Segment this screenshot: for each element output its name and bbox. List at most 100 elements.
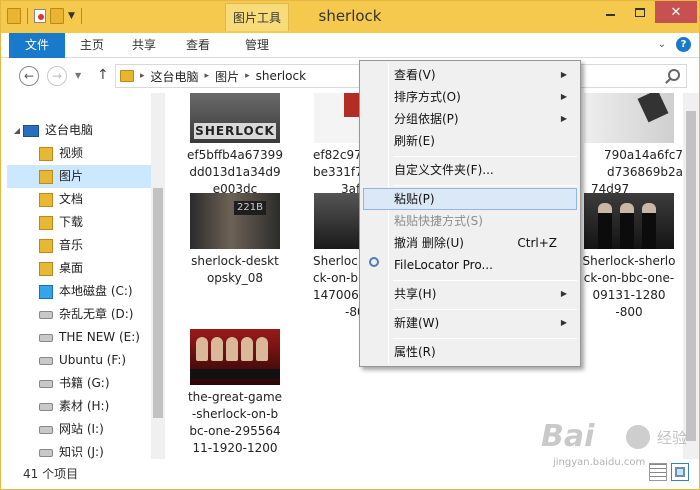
search-input[interactable] xyxy=(567,64,687,88)
navigation-scrollbar[interactable] xyxy=(151,93,165,459)
tab-manage[interactable]: 管理 xyxy=(227,33,287,58)
pictures-folder-icon xyxy=(39,169,53,184)
file-item[interactable]: 790a14a6fc7 d736869b2a 74d97 xyxy=(571,93,687,198)
nav-item-documents[interactable]: 文档 xyxy=(39,188,151,211)
nav-item-label: 书籍 (G:) xyxy=(59,376,110,390)
thumbnail-figure xyxy=(226,337,238,361)
nav-item-label: 视频 xyxy=(59,146,84,160)
scrollbar-thumb[interactable] xyxy=(153,188,163,418)
menu-item-sort-by[interactable]: 排序方式(O) ▶ xyxy=(363,86,577,108)
maximize-button[interactable] xyxy=(625,1,655,23)
menu-item-filelocator[interactable]: FileLocator Pro... xyxy=(363,254,577,276)
context-menu: 查看(V) ▶ 排序方式(O) ▶ 分组依据(P) ▶ 刷新(E) 自定义文件夹… xyxy=(359,60,581,367)
collapse-chevron-icon[interactable]: ◢ xyxy=(11,119,23,142)
breadcrumb-sherlock[interactable]: sherlock xyxy=(256,69,306,83)
nav-item-this-pc[interactable]: ◢ 这台电脑 xyxy=(11,119,161,142)
minimize-button[interactable] xyxy=(595,1,625,23)
picture-tools-context-tab[interactable]: 图片工具 xyxy=(225,3,289,31)
nav-item-drive-f[interactable]: Ubuntu (F:) xyxy=(39,349,151,372)
navigation-pane: ◢ 这台电脑 视频 图片 文档 下载 音乐 桌面 本地磁盘 (C:) 杂乱无章 … xyxy=(1,93,166,459)
content-scrollbar[interactable] xyxy=(683,93,699,459)
nav-item-music[interactable]: 音乐 xyxy=(39,234,151,257)
submenu-arrow-icon: ▶ xyxy=(560,318,567,327)
tab-home[interactable]: 主页 xyxy=(69,33,115,58)
tab-share[interactable]: 共享 xyxy=(119,33,169,58)
back-button[interactable]: ← xyxy=(19,66,39,86)
nav-item-pictures[interactable]: 图片 xyxy=(7,165,151,188)
nav-item-label: THE NEW (E:) xyxy=(59,330,140,344)
file-name: sherlock-deskt opsky_08 xyxy=(177,253,293,287)
thumbnail-figure xyxy=(241,337,253,361)
nav-item-label: 杂乱无章 (D:) xyxy=(59,307,134,321)
details-view-icon[interactable] xyxy=(649,463,667,481)
menu-item-view[interactable]: 查看(V) ▶ xyxy=(363,64,577,86)
folder-icon xyxy=(7,8,21,24)
video-folder-icon xyxy=(39,146,53,161)
menu-item-label: 属性(R) xyxy=(394,345,436,359)
menu-item-properties[interactable]: 属性(R) xyxy=(363,341,577,363)
file-item[interactable]: SHERLOCK ef5bffb4a67399 dd013d1a34d9 e00… xyxy=(177,93,293,198)
menu-item-label: 新建(W) xyxy=(394,316,440,330)
menu-item-customize-folder[interactable]: 自定义文件夹(F)... xyxy=(363,159,577,181)
expand-ribbon-chevron-icon[interactable]: ⌄ xyxy=(658,39,666,50)
chevron-right-icon[interactable]: ▸ xyxy=(205,71,210,81)
menu-item-label: 粘贴(P) xyxy=(394,192,435,206)
nav-item-label: 图片 xyxy=(59,169,84,183)
file-name-line: bc-one-295564 xyxy=(189,424,281,438)
help-icon[interactable]: ? xyxy=(676,37,691,52)
item-count: 41 个项目 xyxy=(23,467,79,481)
thumbnail-figure xyxy=(598,203,612,249)
nav-item-desktop[interactable]: 桌面 xyxy=(39,257,151,280)
file-name-line: sherlock-deskt xyxy=(191,254,279,268)
nav-item-drive-d[interactable]: 杂乱无章 (D:) xyxy=(39,303,151,326)
nav-item-downloads[interactable]: 下载 xyxy=(39,211,151,234)
file-item[interactable]: 221B sherlock-deskt opsky_08 xyxy=(177,193,293,287)
nav-item-drive-e[interactable]: THE NEW (E:) xyxy=(39,326,151,349)
quick-access-toolbar: ▼ xyxy=(7,8,84,24)
tab-file[interactable]: 文件 xyxy=(9,33,65,58)
maximize-icon xyxy=(635,7,645,17)
nav-item-drive-h[interactable]: 素材 (H:) xyxy=(39,395,151,418)
breadcrumb-pictures[interactable]: 图片 xyxy=(215,68,239,85)
file-name-line: opsky_08 xyxy=(206,271,264,285)
close-button[interactable]: ✕ xyxy=(655,1,697,23)
properties-icon[interactable] xyxy=(34,9,46,23)
nav-item-drive-i[interactable]: 网站 (I:) xyxy=(39,418,151,441)
customize-toolbar-chevron-icon[interactable]: ▼ xyxy=(68,11,75,21)
menu-item-share[interactable]: 共享(H) ▶ xyxy=(363,283,577,305)
forward-button[interactable]: → xyxy=(47,66,67,86)
large-icons-view-icon[interactable] xyxy=(671,463,689,481)
nav-item-videos[interactable]: 视频 xyxy=(39,142,151,165)
nav-item-drive-c[interactable]: 本地磁盘 (C:) xyxy=(39,280,151,303)
submenu-arrow-icon: ▶ xyxy=(560,70,567,79)
ribbon-tabs: 文件 主页 共享 查看 管理 ⌄ ? xyxy=(1,33,699,58)
drive-icon xyxy=(39,356,53,365)
file-thumbnail: SHERLOCK xyxy=(190,93,280,143)
thumbnail-figure xyxy=(642,203,656,249)
toolbar-divider xyxy=(80,8,82,24)
file-thumbnail xyxy=(584,93,674,143)
tab-view[interactable]: 查看 xyxy=(173,33,223,58)
nav-item-drive-g[interactable]: 书籍 (G:) xyxy=(39,372,151,395)
file-item[interactable]: Sherlock-sherlo ck-on-bbc-one- 09131-128… xyxy=(571,193,687,321)
nav-item-label: 这台电脑 xyxy=(45,123,94,137)
up-button[interactable]: ↑ xyxy=(97,67,109,83)
ribbon-controls: ⌄ ? xyxy=(658,37,691,52)
nav-item-label: 下载 xyxy=(59,215,84,229)
menu-item-undo-delete[interactable]: 撤消 删除(U) Ctrl+Z xyxy=(363,232,577,254)
menu-item-refresh[interactable]: 刷新(E) xyxy=(363,130,577,152)
search-icon xyxy=(668,69,680,81)
magnifier-icon xyxy=(369,257,379,267)
chevron-right-icon[interactable]: ▸ xyxy=(245,71,250,81)
chevron-right-icon[interactable]: ▸ xyxy=(140,71,145,81)
menu-item-label: 排序方式(O) xyxy=(394,90,461,104)
menu-item-new[interactable]: 新建(W) ▶ xyxy=(363,312,577,334)
file-item[interactable]: the-great-game -sherlock-on-b bc-one-295… xyxy=(177,329,293,457)
menu-item-group-by[interactable]: 分组依据(P) ▶ xyxy=(363,108,577,130)
recent-locations-chevron-icon[interactable]: ▼ xyxy=(75,71,81,80)
breadcrumb-this-pc[interactable]: 这台电脑 xyxy=(151,68,199,85)
file-name-line: 11-1920-1200 xyxy=(192,441,278,455)
menu-item-paste[interactable]: 粘贴(P) xyxy=(363,188,577,210)
new-folder-icon[interactable] xyxy=(50,8,64,24)
scrollbar-thumb[interactable] xyxy=(686,111,696,441)
